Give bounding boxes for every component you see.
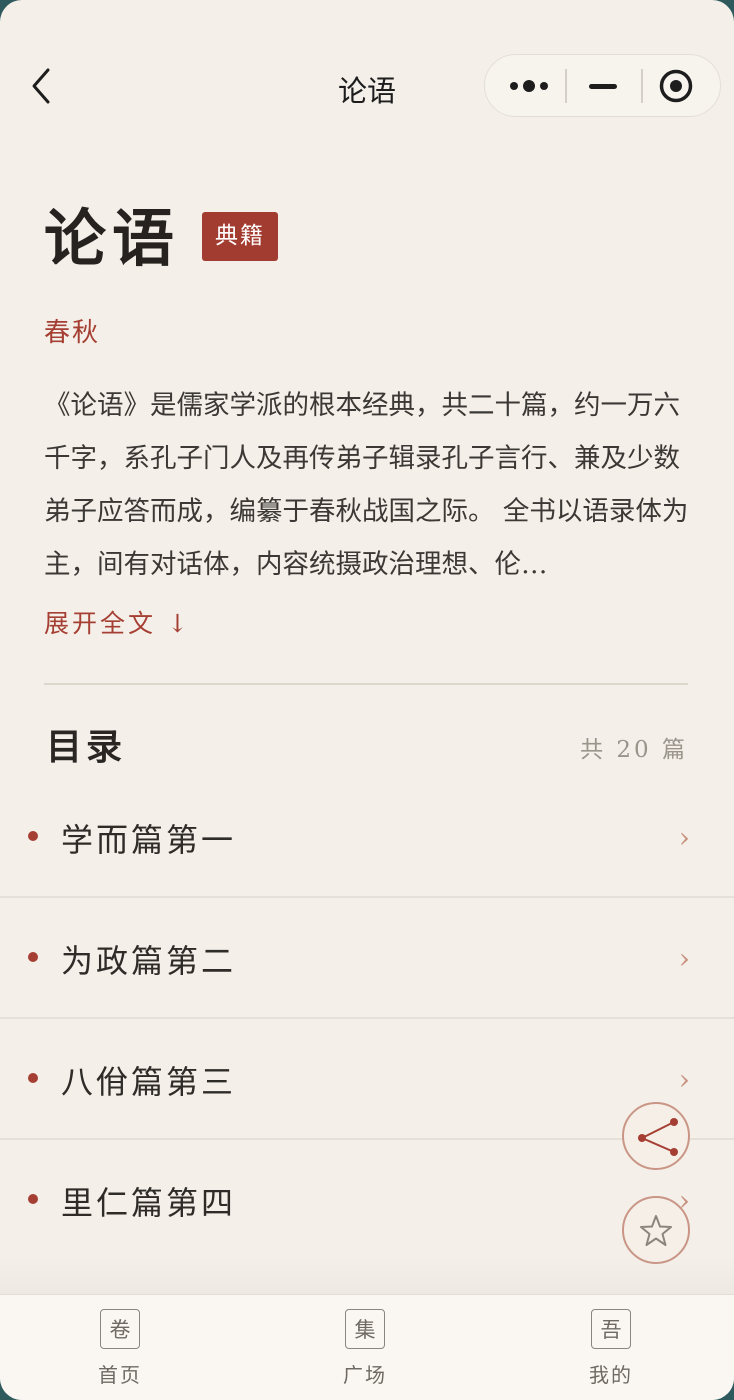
chevron-right-icon: › (678, 821, 690, 854)
expand-full-text-link[interactable]: 展开全文 ↓ (44, 604, 191, 640)
collection-icon: 集 (345, 1309, 385, 1349)
close-button[interactable] (659, 69, 693, 103)
toc-item-1[interactable]: 学而篇第一 › (0, 777, 734, 898)
scroll-icon: 卷 (100, 1309, 140, 1349)
toc-item-2[interactable]: 为政篇第二 › (0, 898, 734, 1019)
chevron-right-icon: › (678, 942, 690, 975)
tab-label: 我的 (589, 1363, 633, 1387)
minimize-button[interactable] (589, 84, 617, 89)
capsule-divider (641, 69, 643, 103)
capsule-divider (565, 69, 567, 103)
more-dots-icon (510, 80, 548, 92)
target-close-icon (659, 69, 693, 103)
favorite-button[interactable] (622, 1196, 690, 1264)
top-nav: 论语 (0, 0, 734, 170)
toc-item-label: 学而篇第一 (61, 821, 237, 859)
share-icon (638, 1118, 678, 1156)
screen: 论语 论语 典籍 春秋 《论语》是儒家学派的根本经典，共二十篇，约一万六千字，系… (0, 0, 734, 1400)
book-intro: 《论语》是儒家学派的根本经典，共二十篇，约一万六千字，系孔子门人及再传弟子辑录孔… (44, 379, 690, 591)
toc-title: 目录 (46, 726, 127, 768)
tab-square[interactable]: 集 广场 (305, 1309, 425, 1388)
toc-item-label: 里仁篇第四 (61, 1184, 237, 1222)
section-divider (44, 683, 688, 685)
list-fade (0, 1256, 734, 1296)
bottom-tab-bar: 卷 首页 集 广场 吾 我的 (0, 1294, 734, 1400)
star-icon (640, 1215, 672, 1246)
tab-mine[interactable]: 吾 我的 (551, 1309, 671, 1388)
toc-item-label: 八佾篇第三 (61, 1063, 237, 1101)
tab-home[interactable]: 卷 首页 (60, 1309, 180, 1388)
tab-label: 广场 (343, 1363, 387, 1387)
mini-program-capsule (484, 54, 721, 117)
intro-text: 《论语》是儒家学派的根本经典，共二十篇，约一万六千字，系孔子门人及再传弟子辑录孔… (44, 390, 689, 580)
share-button[interactable] (622, 1102, 690, 1170)
toc-list: 学而篇第一 › 为政篇第二 › 八佾篇第三 › 里仁篇第四 › (0, 777, 734, 1261)
dynasty-label: 春秋 (44, 318, 101, 348)
toc-count: 共 20 篇 (580, 737, 688, 763)
book-title: 论语 (44, 202, 181, 275)
bullet-dot-icon (28, 952, 38, 962)
category-badge: 典籍 (202, 212, 278, 261)
tab-label: 首页 (98, 1363, 142, 1387)
chevron-right-icon: › (678, 1063, 690, 1096)
more-button[interactable] (509, 77, 549, 95)
bullet-dot-icon (28, 831, 38, 841)
profile-icon: 吾 (591, 1309, 631, 1349)
bullet-dot-icon (28, 1194, 38, 1204)
bullet-dot-icon (28, 1073, 38, 1083)
toc-item-label: 为政篇第二 (61, 942, 237, 980)
